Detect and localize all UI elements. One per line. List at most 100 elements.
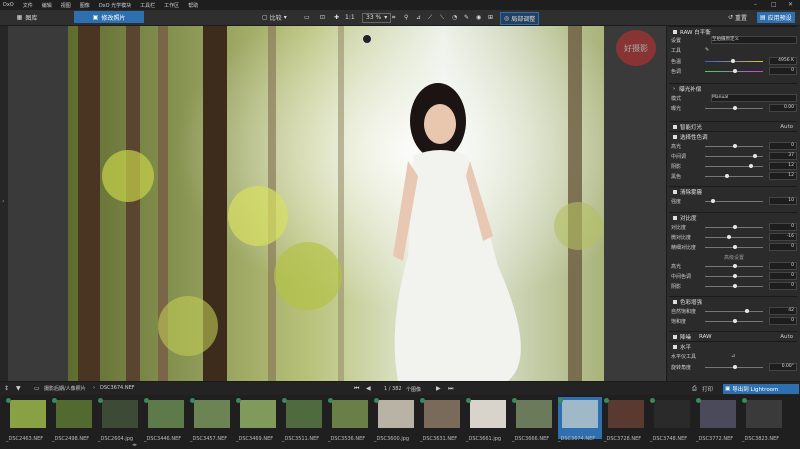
filmstrip-thumb[interactable]: _DSC3631.NEF bbox=[420, 397, 464, 442]
minimize-icon[interactable]: – bbox=[754, 1, 757, 8]
toggle-icon[interactable] bbox=[673, 189, 677, 194]
section-smart-lighting[interactable]: 智能灯光 Auto bbox=[669, 121, 797, 131]
filmstrip-thumb[interactable]: _DSC3823.NEF bbox=[742, 397, 786, 442]
filmstrip-thumb[interactable]: _DSC3661.jpg bbox=[466, 397, 510, 442]
menu-toolbar[interactable]: 工具栏 bbox=[140, 2, 155, 9]
zoom-select[interactable]: 33 % ▾ bbox=[362, 12, 392, 23]
mt-contrast-slider[interactable] bbox=[705, 273, 763, 278]
fine-contrast-slider[interactable] bbox=[705, 244, 763, 249]
microcontrast-slider[interactable] bbox=[705, 234, 763, 239]
filmstrip-handle-icon[interactable]: ◂▸ bbox=[132, 442, 137, 448]
toggle-icon[interactable] bbox=[673, 134, 677, 139]
midtones-slider[interactable] bbox=[705, 153, 763, 158]
sort-icon[interactable]: ↕ bbox=[4, 385, 9, 392]
prev-image-icon[interactable]: ◀ bbox=[366, 385, 371, 392]
export-button[interactable]: ▣ 导出到 Lightroom bbox=[723, 384, 799, 394]
local-adjust-handle-icon[interactable] bbox=[362, 34, 372, 44]
contrast-slider[interactable] bbox=[705, 224, 763, 229]
filmstrip-thumb[interactable]: _DSC3446.NEF bbox=[144, 397, 188, 442]
exposure-mode-select[interactable]: Manual bbox=[711, 94, 797, 102]
menu-image[interactable]: 图像 bbox=[80, 2, 90, 9]
toggle-icon[interactable] bbox=[673, 124, 677, 129]
filmstrip-thumb[interactable]: _DSC3666.NEF bbox=[512, 397, 556, 442]
section-clearview[interactable]: 清除雾霾 bbox=[669, 186, 797, 196]
rotation-slider[interactable] bbox=[705, 364, 763, 369]
wb-preset-select[interactable]: 至拍摄原定义 bbox=[711, 36, 797, 44]
advanced-settings-label[interactable]: 高级设置 bbox=[671, 253, 797, 261]
sh-contrast-slider[interactable] bbox=[705, 283, 763, 288]
perspective-8-icon[interactable]: ⟍ bbox=[440, 12, 444, 23]
tint-value[interactable]: 0 bbox=[769, 67, 797, 75]
filter-icon[interactable]: ▼ bbox=[16, 385, 21, 392]
filmstrip-thumb[interactable]: _DSC3772.NEF bbox=[696, 397, 740, 442]
filmstrip-thumb[interactable]: _DSC3469.NEF bbox=[236, 397, 280, 442]
next-image-icon[interactable]: ▶ bbox=[436, 385, 441, 392]
last-image-icon[interactable]: ⏭ bbox=[448, 385, 453, 393]
toggle-icon[interactable] bbox=[673, 344, 677, 349]
local-adjust-button[interactable]: ◎ 局部调整 bbox=[500, 12, 540, 25]
toggle-icon[interactable] bbox=[673, 299, 677, 304]
maximize-icon[interactable]: □ bbox=[771, 1, 777, 8]
filmstrip-thumb[interactable]: _DSC3600.jpg bbox=[374, 397, 418, 442]
filmstrip-thumb[interactable]: _DSC3728.NEF bbox=[604, 397, 648, 442]
toggle-icon[interactable] bbox=[673, 29, 677, 34]
section-color[interactable]: 色彩增强 bbox=[669, 296, 797, 306]
crop-icon[interactable]: ⌗ bbox=[392, 12, 395, 23]
filmstrip-thumb[interactable]: _DSC3536.NEF bbox=[328, 397, 372, 442]
menu-edit[interactable]: 编辑 bbox=[42, 2, 52, 9]
filmstrip-thumb[interactable]: _DSC3511.NEF bbox=[282, 397, 326, 442]
apply-preset-button[interactable]: ▤ 应用预设 bbox=[757, 12, 795, 23]
breadcrumb-folder[interactable]: 摄影后期/人像照片 bbox=[44, 385, 86, 392]
blacks-slider[interactable] bbox=[705, 173, 763, 178]
section-exposure[interactable]: › 曝光补偿 bbox=[669, 83, 797, 93]
redeye-icon[interactable]: ◔ bbox=[452, 12, 457, 23]
filmstrip[interactable]: _DSC2463.NEF _DSC2498.NEF _DSC2604.jpg _DSC… bbox=[0, 395, 800, 449]
filmstrip-thumb[interactable]: _DSC2604.jpg bbox=[98, 397, 142, 442]
exposure-value[interactable]: 0.00 bbox=[769, 104, 797, 112]
filmstrip-thumb[interactable]: _DSC2498.NEF bbox=[52, 397, 96, 442]
tab-library[interactable]: ▦ 图库 bbox=[4, 11, 50, 23]
filmstrip-thumb[interactable]: _DSC2463.NEF bbox=[6, 397, 50, 442]
horizon-tool-icon[interactable]: ⊿ bbox=[731, 353, 735, 359]
temperature-slider[interactable] bbox=[705, 58, 763, 63]
eyedropper-icon[interactable]: ✎ bbox=[705, 47, 709, 53]
close-icon[interactable]: ✕ bbox=[788, 1, 793, 8]
highlights-slider[interactable] bbox=[705, 143, 763, 148]
menu-file[interactable]: 文件 bbox=[23, 2, 33, 9]
ratio-button[interactable]: 1:1 bbox=[345, 12, 355, 23]
eye-icon[interactable]: ◉ bbox=[476, 12, 481, 23]
menu-view[interactable]: 视图 bbox=[61, 2, 71, 9]
chevron-right-icon[interactable]: › bbox=[2, 198, 4, 205]
repair-icon[interactable]: ✎ bbox=[464, 12, 469, 23]
left-collapse-strip[interactable]: › bbox=[0, 26, 8, 381]
perspective-icon[interactable]: ⟋ bbox=[428, 12, 432, 23]
hl-contrast-slider[interactable] bbox=[705, 263, 763, 268]
filmstrip-thumb[interactable]: _DSC3748.NEF bbox=[650, 397, 694, 442]
filmstrip-thumb[interactable]: _DSC3674.NEF bbox=[558, 397, 602, 442]
saturation-slider[interactable] bbox=[705, 318, 763, 323]
exposure-slider[interactable] bbox=[705, 105, 763, 110]
temperature-value[interactable]: 4956 K bbox=[769, 57, 797, 65]
zoom-in-icon[interactable]: ✚ bbox=[334, 12, 339, 23]
eyedropper-icon[interactable]: ⚲ bbox=[404, 12, 408, 23]
filmstrip-thumb[interactable]: _DSC3457.NEF bbox=[190, 397, 234, 442]
reset-button[interactable]: ↺ 重置 bbox=[728, 12, 747, 23]
horizon-icon[interactable]: ⊿ bbox=[416, 12, 421, 23]
print-button[interactable]: 打印 bbox=[702, 385, 713, 393]
toggle-icon[interactable] bbox=[673, 215, 677, 220]
menu-optics[interactable]: DxO 光学模块 bbox=[99, 2, 131, 9]
grid-icon[interactable]: ⊞ bbox=[488, 12, 493, 23]
tint-slider[interactable] bbox=[705, 68, 763, 73]
shadows-slider[interactable] bbox=[705, 163, 763, 168]
first-image-icon[interactable]: ⏮ bbox=[354, 385, 359, 393]
image-canvas[interactable]: 好摄影 bbox=[8, 26, 666, 381]
menu-help[interactable]: 帮助 bbox=[188, 2, 198, 9]
clearview-slider[interactable] bbox=[705, 198, 763, 203]
menu-workspace[interactable]: 工作区 bbox=[164, 2, 179, 9]
compare-button[interactable]: ▢ 比较 ▾ bbox=[262, 12, 287, 23]
section-selective-tone[interactable]: 选择性色调 bbox=[669, 131, 797, 141]
section-horizon[interactable]: 水平 bbox=[669, 341, 797, 351]
vibrancy-slider[interactable] bbox=[705, 308, 763, 313]
toggle-icon[interactable] bbox=[673, 334, 677, 339]
fit-icon[interactable]: ⊡ bbox=[320, 12, 325, 23]
